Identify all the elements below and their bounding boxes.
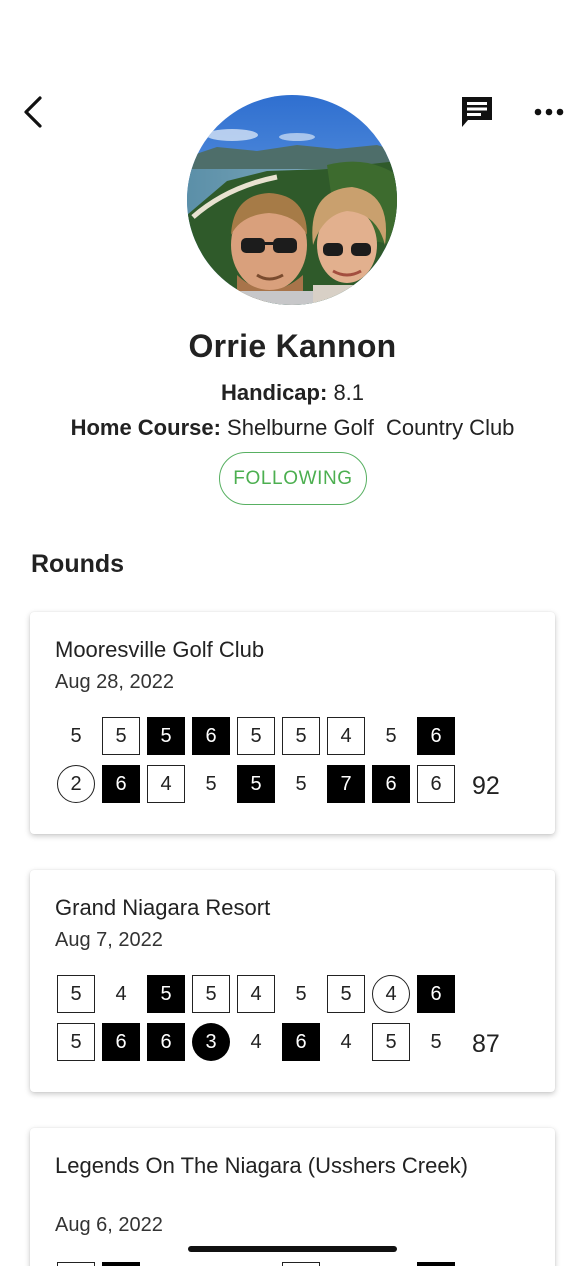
chat-bubble-icon	[462, 97, 492, 127]
hole-score: 5	[385, 724, 397, 747]
round-course-name: Legends On The Niagara (Usshers Creek)	[55, 1153, 468, 1178]
handicap-line: Handicap: 8.1	[0, 380, 585, 406]
handicap-value: 8.1	[333, 380, 365, 405]
hole-score: 5	[70, 724, 82, 747]
hole-score: 5	[372, 1023, 410, 1061]
hole-score: 4	[327, 717, 365, 755]
hole-score: 4	[372, 975, 410, 1013]
handicap-label: Handicap:	[220, 380, 328, 405]
hole-score: 7	[327, 765, 365, 803]
hole-score: 5	[237, 765, 275, 803]
home-course-label: Home Course:	[70, 415, 221, 440]
hole-score: 4	[237, 975, 275, 1013]
hole-score: 5	[57, 975, 95, 1013]
hole-score: 5	[282, 717, 320, 755]
hole-score: 6	[102, 1023, 140, 1061]
hole-score: 4	[115, 982, 127, 1005]
hole-score: 6	[282, 1023, 320, 1061]
back-button[interactable]	[18, 92, 52, 132]
hole-score: 5	[237, 717, 275, 755]
round-course-name: Mooresville Golf Club	[55, 637, 265, 662]
hole-score: 6	[417, 765, 455, 803]
round-total-score: 92	[472, 772, 500, 800]
rounds-section-title: Rounds	[31, 550, 125, 578]
home-course-value: Shelburne Golf Country Club	[227, 415, 515, 440]
hole-score: 5	[295, 772, 307, 795]
home-indicator	[188, 1246, 397, 1252]
round-total-score: 87	[472, 1030, 500, 1058]
message-button[interactable]	[458, 94, 496, 132]
round-date: Aug 6, 2022	[55, 1214, 163, 1236]
hole-score: 4	[340, 1030, 352, 1053]
chevron-left-icon	[24, 96, 42, 128]
following-button[interactable]: FOLLOWING	[219, 452, 367, 505]
hole-score: 3	[192, 1023, 230, 1061]
hole-score: 2	[57, 765, 95, 803]
hole-score	[57, 1262, 95, 1266]
hole-score: 4	[250, 1030, 262, 1053]
top-bar	[0, 0, 585, 80]
hole-score: 6	[192, 717, 230, 755]
hole-score: 5	[147, 717, 185, 755]
profile-avatar	[187, 95, 397, 305]
hole-score: 5	[205, 772, 217, 795]
home-course-line: Home Course: Shelburne Golf Country Club	[0, 415, 585, 441]
hole-score: 6	[417, 975, 455, 1013]
round-date: Aug 7, 2022	[55, 929, 163, 951]
hole-score: 5	[327, 975, 365, 1013]
round-date: Aug 28, 2022	[55, 671, 174, 693]
hole-score: 6	[147, 1023, 185, 1061]
round-course-name: Grand Niagara Resort	[55, 895, 271, 920]
round-card[interactable]: Mooresville Golf Club Aug 28, 2022 55565…	[30, 612, 555, 834]
hole-score: 6	[417, 717, 455, 755]
hole-score: 6	[102, 765, 140, 803]
hole-score: 6	[372, 765, 410, 803]
hole-score: 4	[147, 765, 185, 803]
hole-score: 5	[147, 975, 185, 1013]
hole-score: 5	[102, 717, 140, 755]
ellipsis-icon	[534, 108, 564, 116]
hole-score: 5	[57, 1023, 95, 1061]
round-card[interactable]: Grand Niagara Resort Aug 7, 2022 5455455…	[30, 870, 555, 1092]
hole-score: 5	[295, 982, 307, 1005]
hole-score	[282, 1262, 320, 1266]
more-options-button[interactable]	[530, 98, 570, 126]
hole-score: 5	[192, 975, 230, 1013]
hole-score: 5	[430, 1030, 442, 1053]
hole-score	[417, 1262, 455, 1266]
profile-name: Orrie Kannon	[188, 328, 397, 364]
hole-score	[102, 1262, 140, 1266]
